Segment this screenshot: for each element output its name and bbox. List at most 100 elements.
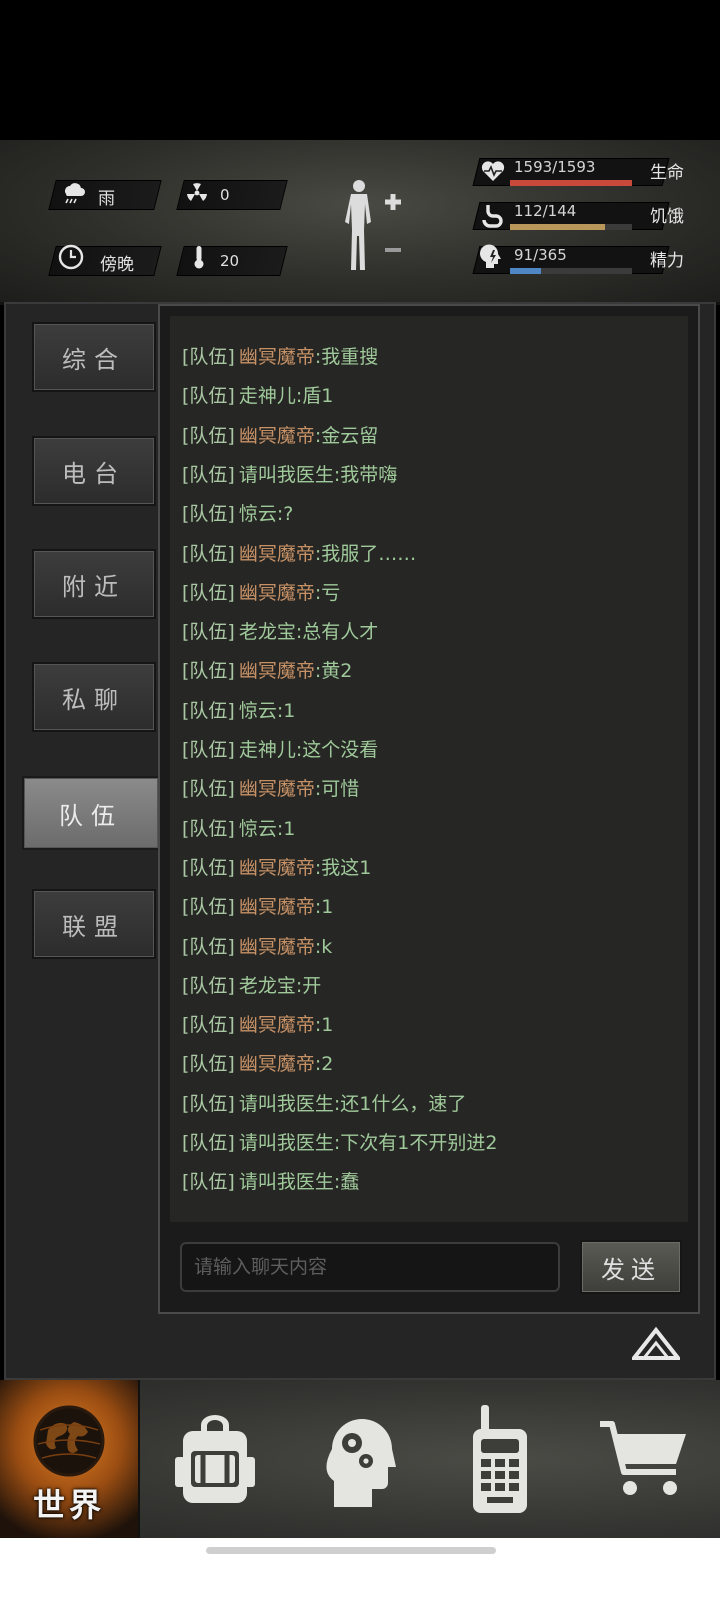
chat-sender[interactable]: 幽冥魔帝 [239, 346, 315, 368]
chat-text: :2 [314, 1053, 334, 1076]
chat-text: :我重搜 [314, 346, 379, 368]
chat-sender[interactable]: 惊云 [239, 818, 277, 840]
chat-sender[interactable]: 幽冥魔帝 [239, 857, 315, 879]
health-bar-fill [510, 180, 632, 186]
chat-text: :开 [295, 974, 322, 997]
chat-channel-tag: [队伍] [182, 581, 235, 604]
globe-icon [33, 1405, 105, 1477]
chat-sender[interactable]: 惊云 [239, 503, 277, 525]
nav-world-label: 世界 [32, 1486, 105, 1524]
nav-skills[interactable] [310, 1380, 410, 1538]
chat-text: :1 [314, 896, 334, 919]
hunger-bar-fill [510, 224, 606, 230]
shopping-cart-icon [600, 1421, 686, 1495]
chat-sender[interactable]: 幽冥魔帝 [239, 425, 315, 447]
chat-text: :我这1 [314, 856, 372, 879]
temperature-value: 20 [220, 252, 240, 270]
chat-sender[interactable]: 请叫我医生 [239, 464, 334, 486]
chat-message: [队伍] 幽冥魔帝:2 [182, 1051, 333, 1077]
hunger-label: 饥饿 [650, 207, 684, 227]
tab-general[interactable]: 综合 [32, 322, 156, 392]
chat-channel-tag: [队伍] [182, 739, 235, 761]
chat-sender[interactable]: 幽冥魔帝 [239, 1014, 315, 1036]
chat-sender[interactable]: 请叫我医生 [239, 1171, 334, 1193]
chat-sender[interactable]: 幽冥魔帝 [239, 582, 315, 604]
chat-channel-tag: [队伍] [182, 1132, 235, 1154]
head-bolt-icon [480, 244, 501, 268]
chat-message: [队伍] 走神儿:盾1 [182, 383, 333, 409]
chat-sender[interactable]: 幽冥魔帝 [239, 543, 315, 565]
chat-channel-tag: [队伍] [182, 424, 235, 447]
chat-message: [队伍] 请叫我医生:我带嗨 [182, 462, 397, 488]
chat-message: [队伍] 幽冥魔帝:1 [182, 894, 333, 920]
tab-private[interactable]: 私聊 [32, 662, 156, 732]
chat-message: [队伍] 老龙宝:总有人才 [182, 619, 378, 645]
clock-icon [58, 244, 84, 270]
chat-channel-tag: [队伍] [182, 385, 235, 408]
chat-channel-tag: [队伍] [182, 1092, 235, 1115]
bottom-nav: 世界 [0, 1380, 720, 1538]
weather-label: 雨 [98, 189, 115, 209]
heart-rate-icon [481, 161, 505, 181]
send-button[interactable]: 发送 [580, 1240, 682, 1294]
chat-sender[interactable]: 老龙宝 [239, 975, 296, 997]
chat-log[interactable]: [队伍] 幽冥魔帝:我重搜 [队伍] 走神儿:盾1 [队伍] 幽冥魔帝:金云留 [队伍] 请叫… [170, 316, 688, 1222]
chat-sender[interactable]: 走神儿 [239, 739, 296, 761]
energy-label: 精力 [650, 251, 684, 271]
chat-sender[interactable]: 幽冥魔帝 [239, 1053, 315, 1075]
health-label: 生命 [650, 163, 684, 183]
chat-sender[interactable]: 走神儿 [239, 385, 296, 407]
chat-message: [队伍] 幽冥魔帝:k [182, 934, 332, 960]
chat-text: :蠢 [333, 1171, 360, 1194]
chat-message: [队伍] 幽冥魔帝:金云留 [182, 423, 378, 449]
backpack-icon [175, 1415, 255, 1503]
chat-text: :下次有1不开别进2 [333, 1132, 498, 1154]
chat-message: [队伍] 幽冥魔帝:我重搜 [182, 344, 378, 370]
chat-sender[interactable]: 惊云 [239, 700, 277, 722]
tab-alliance[interactable]: 联盟 [32, 889, 156, 959]
hunger-bar [510, 224, 632, 230]
chat-message: [队伍] 惊云:1 [182, 698, 295, 724]
nav-radio[interactable] [450, 1380, 550, 1538]
nav-shop[interactable] [592, 1380, 696, 1538]
chat-sender[interactable]: 幽冥魔帝 [239, 896, 315, 918]
chat-input[interactable] [180, 1242, 560, 1292]
radiation-value: 0 [220, 186, 230, 204]
chat-message: [队伍] 走神儿:这个没看 [182, 737, 378, 763]
chat-text: :这个没看 [295, 739, 379, 761]
chat-sender[interactable]: 请叫我医生 [239, 1093, 334, 1115]
chat-channel-tag: [队伍] [182, 896, 235, 919]
chat-sender[interactable]: 请叫我医生 [239, 1132, 334, 1154]
chat-channel-tag: [队伍] [182, 1053, 235, 1076]
health-bar [510, 180, 632, 186]
chat-sender[interactable]: 幽冥魔帝 [239, 936, 315, 958]
chat-text: :1 [314, 1014, 334, 1037]
tab-radio[interactable]: 电台 [32, 436, 156, 506]
chat-channel-tag: [队伍] [182, 778, 235, 801]
chat-sender[interactable]: 幽冥魔帝 [239, 778, 315, 800]
body-status-icon[interactable] [340, 176, 410, 276]
tab-nearby[interactable]: 附近 [32, 549, 156, 619]
energy-bar-fill [510, 268, 541, 274]
chat-text: :黄2 [314, 660, 353, 683]
chat-message: [队伍] 幽冥魔帝:我这1 [182, 855, 371, 881]
chat-message: [队伍] 请叫我医生:下次有1不开别进2 [182, 1130, 497, 1156]
chat-sender[interactable]: 幽冥魔帝 [239, 660, 315, 682]
chat-sender[interactable]: 老龙宝 [239, 621, 296, 643]
radiation-icon [187, 183, 207, 201]
hunger-value: 112/144 [514, 202, 577, 220]
chat-text: :总有人才 [295, 621, 379, 644]
chat-text: :1 [276, 699, 296, 722]
chat-text: :我带嗨 [333, 463, 398, 486]
chat-text: :亏 [314, 581, 341, 604]
chat-text: :还1什么，速了 [333, 1092, 467, 1115]
chat-text: :1 [276, 817, 296, 840]
chat-message: [队伍] 幽冥魔帝:可惜 [182, 776, 359, 802]
walkie-talkie-icon [473, 1405, 527, 1513]
nav-backpack[interactable] [160, 1380, 270, 1538]
home-indicator[interactable] [206, 1547, 496, 1554]
nav-world[interactable]: 世界 [0, 1380, 140, 1538]
collapse-icon[interactable] [632, 1326, 680, 1360]
chat-message: [队伍] 请叫我医生:还1什么，速了 [182, 1091, 466, 1117]
tab-team[interactable]: 队伍 [22, 776, 160, 850]
